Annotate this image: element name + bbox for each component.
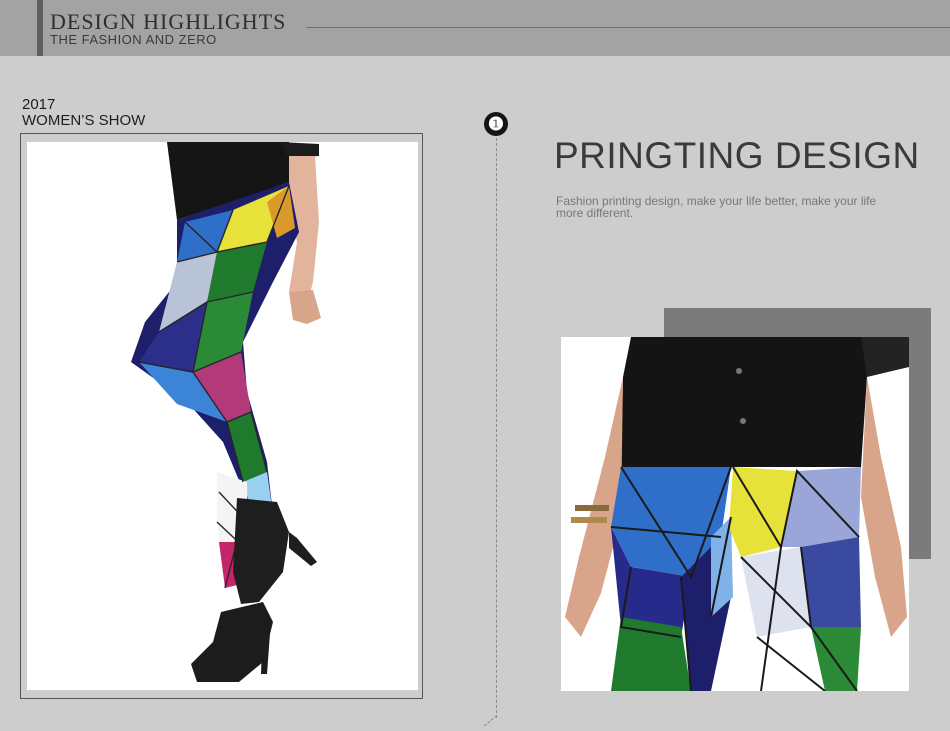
- dashed-divider-tail: [484, 715, 498, 728]
- feature-description: Fashion printing design, make your life …: [556, 194, 877, 220]
- header-divider: [306, 27, 950, 28]
- show-title: WOMEN’S SHOW: [22, 112, 146, 129]
- leggings-closeup-photo: [561, 337, 909, 691]
- dashed-divider: [496, 128, 497, 718]
- feature-title: PRINGTING DESIGN: [554, 135, 920, 176]
- product-detail-page: DESIGN HIGHLIGHTS THE FASHION AND ZERO 2…: [0, 0, 950, 731]
- model-leggings-illustration: [131, 142, 321, 682]
- model-full-photo: [27, 142, 418, 690]
- section-header: DESIGN HIGHLIGHTS THE FASHION AND ZERO: [0, 0, 950, 56]
- leggings-closeup-illustration: [565, 337, 909, 691]
- show-year: 2017: [22, 96, 56, 113]
- section-subtitle: THE FASHION AND ZERO: [50, 32, 217, 47]
- step-number-badge: ❶: [484, 112, 508, 136]
- header-accent-bar: [37, 0, 43, 56]
